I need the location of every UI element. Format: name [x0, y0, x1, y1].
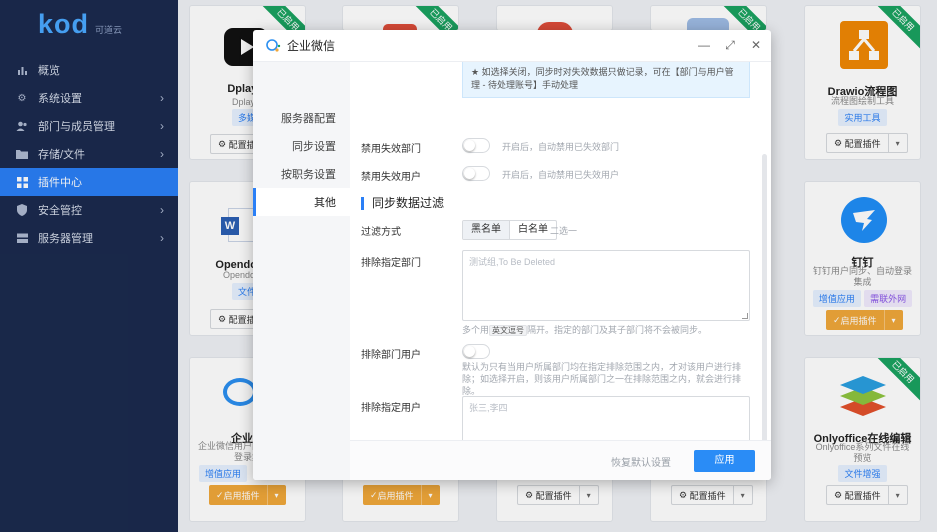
exclude-dept-hint: 多个用 英文逗号 隔开。指定的部门及其子部门将不会被同步。 [462, 324, 707, 337]
exclude-dept-user-label: 排除部门用户 [361, 350, 421, 361]
dialog-footer: 恢复默认设置 应用 [350, 440, 771, 480]
dialog-title: 企业微信 [287, 39, 336, 53]
disable-user-toggle[interactable] [462, 166, 490, 181]
dialog-body: ★ 如选择关闭，同步时对失效数据只做记录，可在【部门与用户管理 - 待处理账号】… [350, 62, 771, 440]
disable-user-hint: 开启后，自动禁用已失效用户 [502, 170, 620, 180]
filter-mode-label: 过滤方式 [361, 227, 401, 238]
tab-server-config[interactable]: 服务器配置 [253, 104, 350, 132]
disable-dept-label: 禁用失效部门 [361, 144, 421, 155]
exclude-user-label: 排除指定用户 [361, 403, 421, 414]
settings-tabs: 服务器配置 同步设置 按职务设置 其他 [253, 62, 350, 480]
section-title: 同步数据过滤 [361, 197, 444, 210]
input-placeholder: 张三,李四 [469, 403, 508, 413]
input-placeholder: 测试组,To Be Deleted [469, 257, 556, 267]
hint-text: 多个用 [462, 325, 490, 335]
hint-keyword: 英文逗号 [489, 325, 528, 336]
blacklist-option[interactable]: 黑名单 [463, 221, 509, 239]
exclude-dept-input[interactable]: 测试组,To Be Deleted [462, 250, 750, 321]
plugin-settings-dialog: 企业微信 — ⤢ ✕ 服务器配置 同步设置 按职务设置 其他 ★ 如选择关闭，同… [253, 30, 771, 480]
tab-position-settings[interactable]: 按职务设置 [253, 160, 350, 188]
tab-label: 服务器配置 [281, 113, 336, 125]
apply-button[interactable]: 应用 [694, 450, 755, 472]
info-notice: ★ 如选择关闭，同步时对失效数据只做记录，可在【部门与用户管理 - 待处理账号】… [462, 62, 750, 98]
filter-mode-selector: 黑名单 白名单 [462, 220, 557, 240]
hint-text: 隔开。指定的部门及其子部门将不会被同步。 [527, 325, 708, 335]
disable-user-label: 禁用失效用户 [361, 172, 421, 183]
disable-dept-hint: 开启后，自动禁用已失效部门 [502, 142, 620, 152]
dialog-header[interactable]: 企业微信 — ⤢ ✕ [253, 30, 771, 62]
exclude-dept-user-hint: 默认为只有当用户所属部门均在指定排除范围之内，才对该用户进行排除；如选择开启，则… [462, 362, 742, 396]
whitelist-option[interactable]: 白名单 [509, 221, 556, 239]
disable-dept-toggle[interactable] [462, 138, 490, 153]
exclude-user-input[interactable]: 张三,李四 [462, 396, 750, 440]
minimize-icon[interactable]: — [697, 38, 711, 52]
reset-defaults-link[interactable]: 恢复默认设置 [611, 454, 671, 469]
filter-mode-hint: 二选一 [550, 226, 578, 236]
tab-label: 按职务设置 [281, 169, 336, 181]
wework-icon [266, 38, 281, 52]
scrollbar[interactable] [762, 154, 767, 440]
tab-other[interactable]: 其他 [253, 188, 350, 216]
tab-label: 同步设置 [292, 141, 336, 153]
close-icon[interactable]: ✕ [749, 38, 763, 52]
exclude-dept-label: 排除指定部门 [361, 258, 421, 269]
tab-sync-settings[interactable]: 同步设置 [253, 132, 350, 160]
maximize-icon[interactable]: ⤢ [723, 38, 737, 52]
tab-label: 其他 [314, 197, 336, 209]
exclude-dept-user-toggle[interactable] [462, 344, 490, 359]
